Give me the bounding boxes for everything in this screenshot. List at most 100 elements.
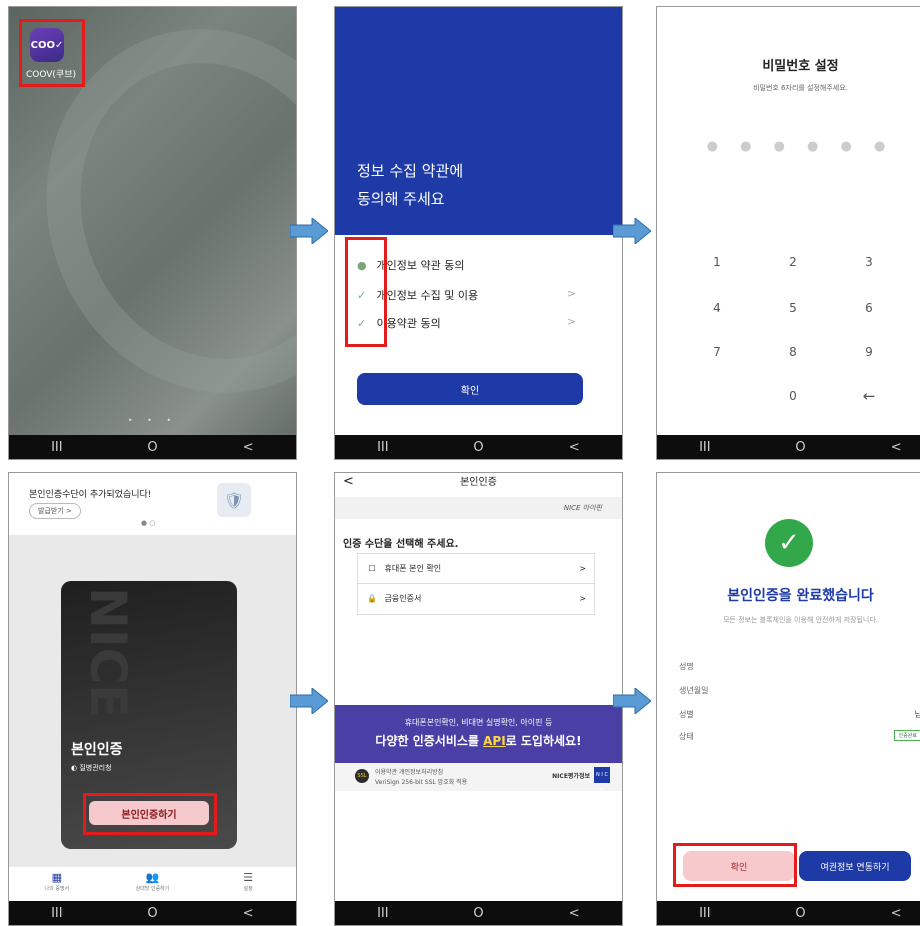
api-ad-banner[interactable]: 휴대폰본인확인, 비대면 실명확인, 아이핀 등 다양한 인증서비스를 API로… — [335, 705, 622, 763]
chevron-right-icon[interactable]: > — [567, 287, 576, 300]
status-badge: 인증완료 — [893, 730, 920, 741]
agree-label: 개인정보 약관 동의 — [376, 259, 465, 272]
key-1[interactable]: 1 — [697, 255, 737, 269]
field-name: 성명 — [679, 662, 694, 671]
nice-ipin-logo: NICE 아이핀 — [563, 504, 602, 512]
nice-logo-bar: NICE 아이핀 — [335, 497, 622, 519]
financial-cert-option[interactable]: 🔒 금융인증서 > — [357, 583, 595, 615]
passport-link-button[interactable]: 여권정보 연동하기 — [799, 851, 911, 881]
recent-apps-button[interactable]: III — [685, 440, 725, 455]
ssl-icon: SSL — [355, 769, 369, 783]
terms-title: 정보 수집 약관에 동의해 주세요 — [357, 162, 464, 208]
back-button[interactable]: < — [876, 906, 916, 921]
system-navbar: III O < — [335, 435, 622, 459]
option-label: 금융인증서 — [384, 594, 422, 603]
bottom-tab-bar: ▦ 나의 증명서 👥 상대방 인증하기 ☰ 설정 — [9, 867, 296, 901]
field-status: 상태 인증완료 — [679, 730, 920, 742]
recent-apps-button[interactable]: III — [37, 440, 77, 455]
screen-auth-method: 본인인증 < NICE 아이핀 인증 수단을 선택해 주세요. ☐ 휴대폰 본인… — [334, 472, 623, 926]
complete-title: 본인인증을 완료했습니다 — [727, 588, 874, 604]
card-title: 본인인증 — [71, 742, 123, 758]
pin-dots: ● ● ● ● ● ● — [706, 139, 895, 154]
footer-links[interactable]: 이용약관 개인정보처리방침 — [375, 767, 443, 776]
tab-my-certificates[interactable]: ▦ 나의 증명서 — [22, 867, 92, 901]
phone-verify-option[interactable]: ☐ 휴대폰 본인 확인 > — [357, 553, 595, 585]
tab-verify-other[interactable]: 👥 상대방 인증하기 — [117, 867, 187, 901]
screen-terms: 정보 수집 약관에 동의해 주세요 ● 개인정보 약관 동의 ✓ 개인정보 수집… — [334, 6, 623, 460]
key-5[interactable]: 5 — [773, 301, 813, 315]
screen-home: COO✓ COOV(쿠브) • • • III O < — [8, 6, 297, 460]
agree-privacy-item[interactable]: ✓ 개인정보 수집 및 이용 > — [357, 287, 593, 303]
chevron-right-icon: > — [579, 564, 586, 573]
system-navbar: III O < — [657, 901, 920, 925]
home-button[interactable]: O — [458, 906, 498, 921]
card-watermark: NICE — [79, 587, 137, 719]
banner-text: 본인인증수단이 추가되었습니다! — [29, 490, 152, 500]
home-button[interactable]: O — [780, 440, 820, 455]
recent-apps-button[interactable]: III — [685, 906, 725, 921]
home-button[interactable]: O — [132, 440, 172, 455]
home-button[interactable]: O — [458, 440, 498, 455]
system-navbar: III O < — [9, 435, 296, 459]
tab-settings[interactable]: ☰ 설정 — [213, 867, 283, 901]
key-2[interactable]: 2 — [773, 255, 813, 269]
highlight-box — [19, 19, 85, 87]
home-button[interactable]: O — [780, 906, 820, 921]
page-indicator: • • • — [127, 416, 178, 425]
option-label: 휴대폰 본인 확인 — [384, 564, 442, 573]
key-3[interactable]: 3 — [849, 255, 889, 269]
screen-wallet: 본인인증수단이 추가되었습니다! 발급받기 > ● ○ 🛡 NICE 본인인증 … — [8, 472, 297, 926]
method-question: 인증 수단을 선택해 주세요. — [343, 539, 459, 550]
lock-icon: 🔒 — [367, 594, 377, 603]
recent-apps-button[interactable]: III — [363, 440, 403, 455]
back-button[interactable]: < — [876, 440, 916, 455]
system-navbar: III O < — [657, 435, 920, 459]
field-gender: 성별남 — [679, 710, 920, 719]
back-button[interactable]: < — [228, 906, 268, 921]
nice-badge-icon: N I C E — [594, 767, 610, 794]
complete-subtitle: 모든 정보는 블록체인을 이용해 안전하게 저장됩니다. — [722, 616, 879, 624]
agree-tos-item[interactable]: ✓ 이용약관 동의 > — [357, 315, 593, 331]
system-navbar: III O < — [9, 901, 296, 925]
banner-pager: ● ○ — [141, 519, 156, 527]
home-button[interactable]: O — [132, 906, 172, 921]
ad-line-2: 다양한 인증서비스를 API로 도입하세요! — [375, 734, 582, 748]
backspace-icon[interactable]: ← — [849, 387, 889, 405]
key-9[interactable]: 9 — [849, 345, 889, 359]
screen-auth-complete: ✓ 본인인증을 완료했습니다 모든 정보는 블록체인을 이용해 안전하게 저장됩… — [656, 472, 920, 926]
highlight-box — [673, 843, 797, 887]
grid-icon: ▦ — [51, 871, 63, 884]
issue-button[interactable]: 발급받기 > — [29, 503, 81, 519]
key-0[interactable]: 0 — [773, 389, 813, 403]
back-button[interactable]: < — [554, 440, 594, 455]
back-arrow-icon[interactable]: < — [343, 473, 354, 491]
chevron-right-icon[interactable]: > — [567, 315, 576, 328]
nice-rating-logo: NICE평가정보 — [552, 773, 590, 780]
footer-ssl-text: VeriSign 256-bit SSL 암호화 적용 — [375, 779, 468, 786]
page-title: 본인인증 — [460, 477, 497, 488]
highlight-box — [345, 237, 387, 347]
menu-icon: ☰ — [243, 871, 254, 884]
right-arrow-icon — [290, 688, 328, 714]
terms-header: 정보 수집 약관에 동의해 주세요 — [335, 7, 622, 235]
system-navbar: III O < — [335, 901, 622, 925]
people-icon: 👥 — [145, 871, 160, 884]
ad-line-1: 휴대폰본인확인, 비대면 실명확인, 아이핀 등 — [404, 718, 553, 727]
phone-icon: ☐ — [368, 564, 376, 573]
key-4[interactable]: 4 — [697, 301, 737, 315]
card-org: ◐ 질병관리청 — [71, 764, 112, 772]
recent-apps-button[interactable]: III — [37, 906, 77, 921]
shield-document-icon: 🛡 — [217, 483, 251, 517]
key-7[interactable]: 7 — [697, 345, 737, 359]
key-6[interactable]: 6 — [849, 301, 889, 315]
recent-apps-button[interactable]: III — [363, 906, 403, 921]
back-button[interactable]: < — [228, 440, 268, 455]
success-check-icon: ✓ — [765, 519, 813, 567]
back-button[interactable]: < — [554, 906, 594, 921]
agree-label: 개인정보 수집 및 이용 — [376, 289, 479, 302]
footer: SSL 이용약관 개인정보처리방침 VeriSign 256-bit SSL 암… — [335, 763, 622, 794]
right-arrow-icon — [613, 218, 651, 244]
password-title: 비밀번호 설정 — [762, 59, 839, 74]
key-8[interactable]: 8 — [773, 345, 813, 359]
confirm-button[interactable]: 확인 — [357, 373, 583, 405]
